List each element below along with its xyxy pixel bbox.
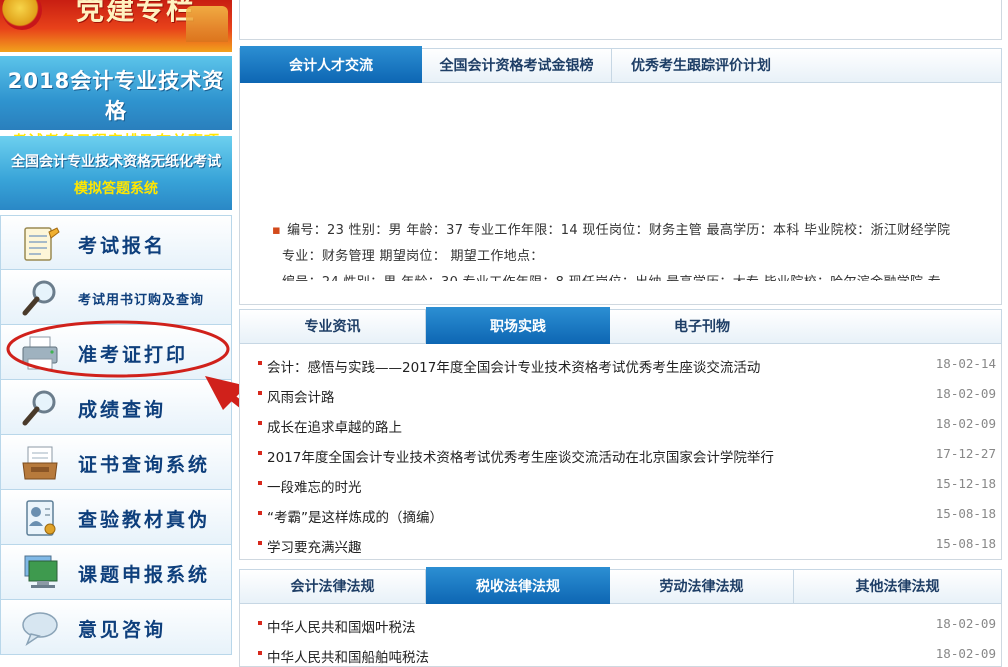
tab-gold-silver-list[interactable]: 全国会计资格考试金银榜	[422, 49, 612, 83]
bullet-icon	[258, 511, 262, 515]
tab-tracking-plan[interactable]: 优秀考生跟踪评价计划	[612, 49, 790, 83]
monitor-icon	[24, 555, 58, 588]
paperless-exam-banner[interactable]: 全国会计专业技术资格无纸化考试 模拟答题系统	[0, 136, 232, 210]
certificate-tray-icon	[22, 446, 58, 480]
list-item[interactable]: 2017年度全国会计专业技术资格考试优秀考生座谈交流活动在北京国家会计学院举行 1…	[258, 442, 996, 472]
party-emblem-icon	[2, 0, 42, 30]
list-item[interactable]: 成长在追求卓越的路上 18-02-09	[258, 412, 996, 442]
bullet-icon	[258, 391, 262, 395]
main-content: 会计人才交流 全国会计资格考试金银榜 优秀考生跟踪评价计划 ▪ 编号：23 性别：…	[239, 0, 1002, 667]
news-title[interactable]: “考霸”是这样炼成的（摘编）	[267, 506, 443, 526]
magnifier-icon	[22, 280, 56, 316]
bullet-icon	[258, 651, 262, 655]
tab-professional-news[interactable]: 专业资讯	[240, 310, 426, 344]
list-item[interactable]: 学习要充满兴趣 15-08-18	[258, 532, 996, 559]
tab-talent-exchange[interactable]: 会计人才交流	[240, 46, 422, 83]
menu-label: 查验教材真伪	[78, 509, 211, 531]
paperless-exam-title: 全国会计专业技术资格无纸化考试	[11, 154, 221, 170]
bullet-icon	[258, 361, 262, 365]
menu-label: 成绩查询	[78, 399, 167, 421]
talent-tabbar: 会计人才交流 全国会计资格考试金银榜 优秀考生跟踪评价计划	[239, 46, 1002, 83]
news-panel: 会计：感悟与实践——2017年度全国会计专业技术资格考试优秀考生座谈交流活动 18…	[239, 344, 1002, 560]
talent-line: 专业：财务管理 期望岗位： 期望工作地点：	[282, 245, 544, 264]
left-sidebar: 党建专栏 2018会计专业技术资格 考试考务日程安排及有关事项 全国会计专业技术…	[0, 0, 232, 667]
news-date: 15-12-18	[935, 476, 996, 491]
id-card-icon	[26, 500, 56, 536]
talent-line: 编号：24 性别：男 年龄：30 专业工作年限：8 现任岗位：出纳 最高学历：大…	[282, 271, 942, 290]
news-tabbar: 专业资讯 职场实践 电子刊物	[239, 307, 1002, 344]
news-date: 18-02-09	[935, 416, 996, 431]
news-date: 18-02-09	[935, 386, 996, 401]
talent-panel: ▪ 编号：23 性别：男 年龄：37 专业工作年限：14 现任岗位：财务主管 最高…	[239, 83, 1002, 305]
news-date: 18-02-14	[935, 356, 996, 371]
list-item[interactable]: 风雨会计路 18-02-09	[258, 382, 996, 412]
menu-item-exam-registration[interactable]: 考试报名	[0, 215, 232, 270]
party-column-title: 党建专栏	[76, 0, 197, 26]
news-title[interactable]: 学习要充满兴趣	[267, 536, 362, 556]
news-title[interactable]: 风雨会计路	[267, 386, 335, 406]
talent-text: 专业：财务管理 期望岗位： 期望工作地点：	[282, 249, 544, 264]
bullet-icon	[258, 421, 262, 425]
talent-line[interactable]: ▪ 编号：23 性别：男 年龄：37 专业工作年限：14 现任岗位：财务主管 最高…	[272, 219, 950, 238]
news-date: 15-08-18	[935, 536, 996, 551]
list-item[interactable]: 一段难忘的时光 15-12-18	[258, 472, 996, 502]
menu-label: 证书查询系统	[78, 454, 211, 476]
talent-text: 编号：24 性别：男 年龄：30 专业工作年限：8 现任岗位：出纳 最高学历：大…	[282, 275, 942, 290]
speech-bubble-icon	[22, 612, 58, 646]
news-title[interactable]: 会计：感悟与实践——2017年度全国会计专业技术资格考试优秀考生座谈交流活动	[267, 356, 760, 376]
exam-schedule-title: 2018会计专业技术资格	[7, 69, 225, 123]
bullet-icon	[258, 541, 262, 545]
list-item[interactable]: “考霸”是这样炼成的（摘编） 15-08-18	[258, 502, 996, 532]
notepad-icon	[24, 227, 60, 261]
tab-labor-law[interactable]: 劳动法律法规	[610, 570, 794, 604]
bullet-icon	[258, 481, 262, 485]
news-title[interactable]: 一段难忘的时光	[267, 476, 362, 496]
tab-accounting-law[interactable]: 会计法律法规	[240, 570, 426, 604]
menu-item-feedback[interactable]: 意见咨询	[0, 600, 232, 655]
top-empty-box	[239, 0, 1002, 40]
party-column-banner[interactable]: 党建专栏	[0, 0, 232, 52]
news-title[interactable]: 2017年度全国会计专业技术资格考试优秀考生座谈交流活动在北京国家会计学院举行	[267, 446, 774, 466]
law-title[interactable]: 中华人民共和国船舶吨税法	[267, 646, 429, 666]
law-date: 18-02-09	[935, 616, 996, 631]
menu-label: 考试用书订购及查询	[78, 293, 205, 308]
menu-label: 考试报名	[78, 235, 167, 257]
tab-e-journal[interactable]: 电子刊物	[610, 310, 794, 344]
talent-text: 编号：23 性别：男 年龄：37 专业工作年限：14 现任岗位：财务主管 最高学…	[287, 223, 951, 238]
bullet-icon	[258, 451, 262, 455]
news-date: 17-12-27	[935, 446, 996, 461]
magnifier-icon	[22, 390, 56, 426]
law-tabbar: 会计法律法规 税收法律法规 劳动法律法规 其他法律法规	[239, 567, 1002, 604]
exam-schedule-banner[interactable]: 2018会计专业技术资格 考试考务日程安排及有关事项	[0, 56, 232, 150]
law-date: 18-02-09	[935, 646, 996, 661]
news-title[interactable]: 成长在追求卓越的路上	[267, 416, 402, 436]
menu-item-book-order[interactable]: 考试用书订购及查询	[0, 270, 232, 325]
news-date: 15-08-18	[935, 506, 996, 521]
law-panel: 中华人民共和国烟叶税法 18-02-09 中华人民共和国船舶吨税法 18-02-09	[239, 604, 1002, 667]
list-item[interactable]: 会计：感悟与实践——2017年度全国会计专业技术资格考试优秀考生座谈交流活动 18…	[258, 352, 996, 382]
paperless-exam-subtitle: 模拟答题系统	[74, 181, 158, 197]
tab-workplace-practice[interactable]: 职场实践	[426, 307, 610, 344]
tab-tax-law[interactable]: 税收法律法规	[426, 567, 610, 604]
bullet-icon	[258, 621, 262, 625]
menu-item-project-application[interactable]: 课题申报系统	[0, 545, 232, 600]
list-item[interactable]: 中华人民共和国烟叶税法 18-02-09	[258, 612, 996, 642]
bullet-icon: ▪	[272, 223, 282, 238]
list-item[interactable]: 中华人民共和国船舶吨税法 18-02-09	[258, 642, 996, 666]
law-title[interactable]: 中华人民共和国烟叶税法	[267, 616, 416, 636]
menu-label: 意见咨询	[78, 619, 167, 641]
menu-label: 课题申报系统	[78, 564, 211, 586]
building-graphic	[186, 6, 228, 42]
tab-other-law[interactable]: 其他法律法规	[794, 570, 1001, 604]
